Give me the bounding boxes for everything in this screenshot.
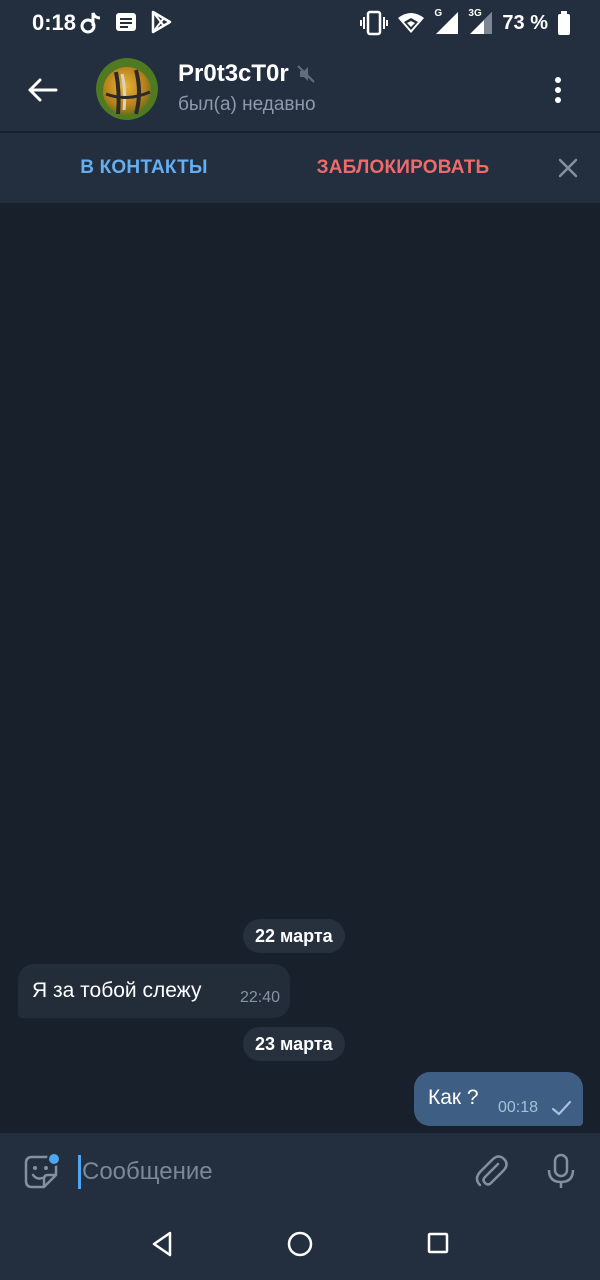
back-arrow-icon	[28, 78, 58, 102]
message-composer	[0, 1133, 600, 1207]
date-separator: 23 марта	[243, 1027, 345, 1061]
signal-g-label: G	[434, 8, 443, 19]
notes-icon	[114, 10, 138, 34]
nav-recents-icon	[427, 1232, 449, 1254]
nav-recents-button[interactable]	[426, 1231, 450, 1255]
avatar[interactable]	[96, 58, 158, 120]
message-text: Как ?	[428, 1086, 479, 1109]
chat-title[interactable]: Pr0t3cT0r	[178, 60, 289, 88]
more-menu-button[interactable]	[538, 70, 578, 110]
status-time: 0:18	[32, 10, 77, 35]
close-icon	[558, 158, 578, 178]
muted-icon	[297, 65, 315, 83]
attach-button[interactable]	[472, 1152, 510, 1190]
add-to-contacts-button[interactable]: В КОНТАКТЫ	[0, 133, 288, 203]
message-input[interactable]	[82, 1155, 462, 1189]
nav-back-icon	[152, 1231, 172, 1257]
back-button[interactable]	[22, 70, 62, 110]
text-cursor	[78, 1155, 81, 1189]
sent-check-icon	[550, 1098, 572, 1118]
close-bar-button[interactable]	[552, 152, 584, 184]
wifi-icon	[396, 10, 426, 36]
contact-action-bar: В КОНТАКТЫ ЗАБЛОКИРОВАТЬ	[0, 133, 600, 203]
signal-3g-icon: 3G	[468, 8, 494, 36]
nav-back-button[interactable]	[148, 1229, 176, 1259]
title-row: Pr0t3cT0r	[178, 60, 315, 88]
voice-record-button[interactable]	[542, 1152, 580, 1190]
system-nav-bar	[0, 1207, 600, 1280]
mic-icon	[547, 1153, 575, 1188]
battery-icon	[556, 10, 572, 36]
incoming-message[interactable]: Я за тобой слежу 22:40	[18, 964, 290, 1018]
status-left-icons	[80, 10, 172, 34]
status-right-icons: G 3G 73 %	[360, 8, 572, 36]
attach-icon	[475, 1155, 508, 1187]
chat-header: Pr0t3cT0r был(а) недавно	[0, 48, 600, 132]
status-bar: 0:18 G 3G 73 %	[0, 0, 600, 48]
outgoing-message[interactable]: Как ? 00:18	[414, 1072, 583, 1126]
new-sticker-badge	[47, 1152, 61, 1166]
nav-home-icon	[287, 1231, 313, 1257]
chat-status: был(а) недавно	[178, 94, 316, 115]
nav-home-button[interactable]	[286, 1230, 314, 1258]
more-vert-icon	[555, 77, 561, 103]
play-store-icon	[150, 10, 172, 34]
message-time: 00:18	[498, 1099, 539, 1116]
vibrate-icon	[360, 10, 389, 36]
chat-history[interactable]: 22 марта Я за тобой слежу 22:40 23 марта…	[0, 203, 600, 1133]
block-user-button[interactable]: ЗАБЛОКИРОВАТЬ	[290, 133, 516, 203]
tiktok-icon	[80, 10, 102, 34]
date-separator: 22 марта	[243, 919, 345, 953]
signal-g-icon: G	[434, 8, 460, 36]
message-text: Я за тобой слежу	[32, 979, 202, 1002]
signal-3g-label: 3G	[468, 8, 482, 19]
battery-percent: 73 %	[502, 11, 548, 34]
message-time: 22:40	[239, 989, 280, 1006]
